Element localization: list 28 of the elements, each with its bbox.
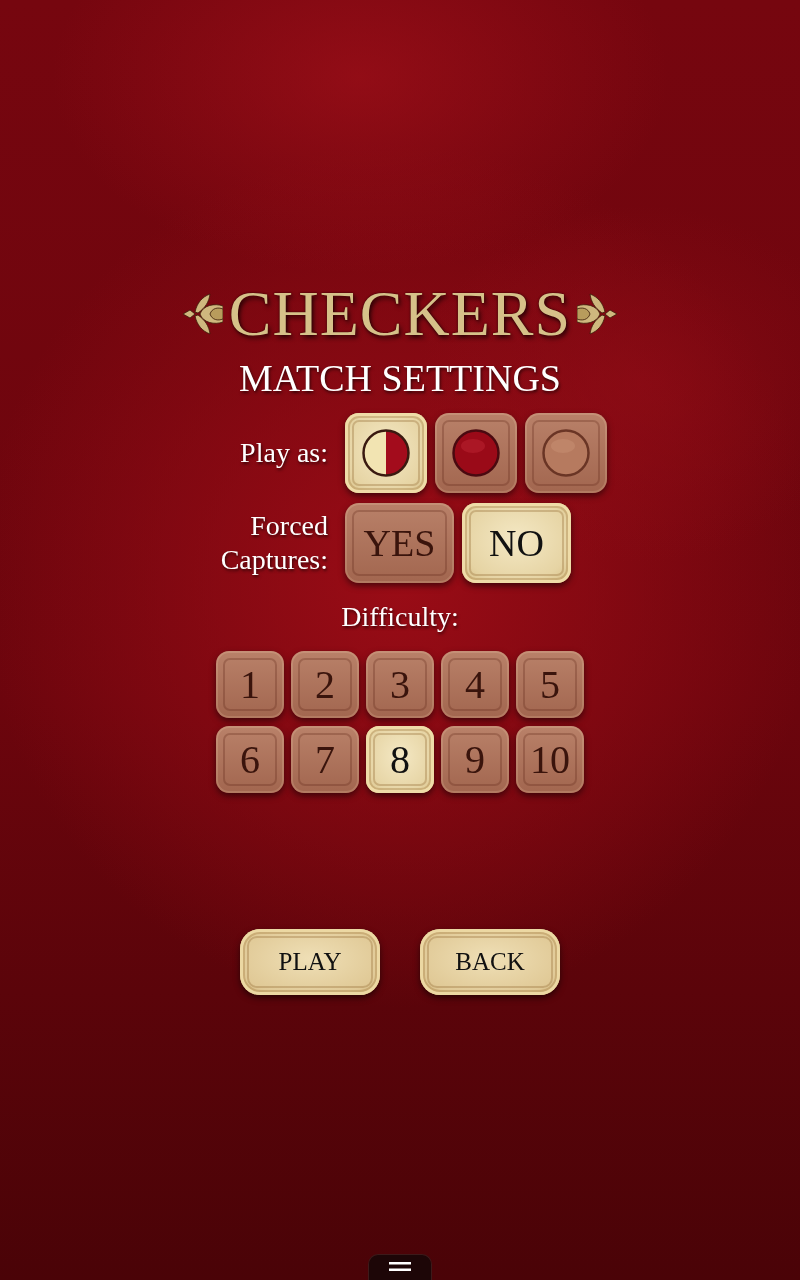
forced-captures-label: Forced Captures: bbox=[219, 509, 328, 577]
difficulty-level-button[interactable]: 9 bbox=[441, 726, 509, 793]
difficulty-level-button[interactable]: 3 bbox=[366, 651, 434, 718]
difficulty-level-button[interactable]: 6 bbox=[216, 726, 284, 793]
checker-piece-icon bbox=[541, 428, 591, 478]
toggle-option-button[interactable]: YES bbox=[345, 503, 454, 583]
difficulty-level-button[interactable]: 1 bbox=[216, 651, 284, 718]
action-button[interactable]: PLAY bbox=[240, 929, 380, 995]
difficulty-level-button[interactable]: 5 bbox=[516, 651, 584, 718]
screen-title: MATCH SETTINGS bbox=[239, 356, 561, 400]
ornament-icon bbox=[577, 292, 618, 336]
piece-option-button[interactable] bbox=[345, 413, 427, 493]
game-title: CHECKERS bbox=[228, 282, 572, 346]
nav-handle-button[interactable] bbox=[368, 1254, 432, 1280]
menu-icon bbox=[389, 1262, 411, 1271]
split-checker-icon bbox=[361, 428, 411, 478]
piece-option-button[interactable] bbox=[435, 413, 517, 493]
action-button[interactable]: BACK bbox=[420, 929, 560, 995]
checker-piece-icon bbox=[451, 428, 501, 478]
difficulty-label: Difficulty: bbox=[341, 600, 459, 634]
difficulty-level-button[interactable]: 4 bbox=[441, 651, 509, 718]
play-as-label: Play as: bbox=[239, 436, 328, 470]
difficulty-level-button[interactable]: 2 bbox=[291, 651, 359, 718]
difficulty-level-button[interactable]: 8 bbox=[366, 726, 434, 793]
difficulty-level-button[interactable]: 10 bbox=[516, 726, 584, 793]
difficulty-level-button[interactable]: 7 bbox=[291, 726, 359, 793]
ornament-icon bbox=[182, 292, 223, 336]
toggle-option-button[interactable]: NO bbox=[462, 503, 571, 583]
